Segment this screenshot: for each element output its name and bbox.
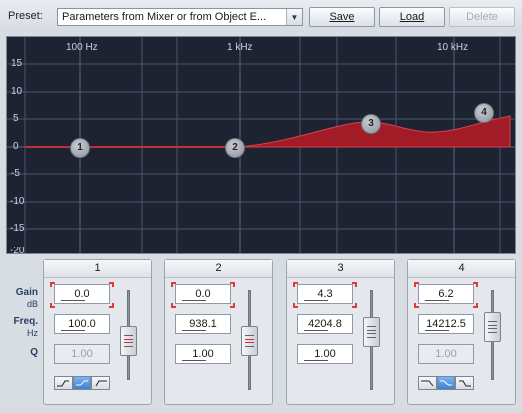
band-2-freq-value: 938.1 bbox=[189, 318, 217, 330]
band-1-freq-input[interactable]: 100.0 bbox=[54, 314, 110, 334]
band-4-filter-type bbox=[418, 376, 475, 390]
band-4-q-input: 1.00 bbox=[418, 344, 474, 364]
band-2-freq-input[interactable]: 938.1 bbox=[175, 314, 231, 334]
band-1-filter-type bbox=[54, 376, 111, 390]
band-2-handle[interactable]: 2 bbox=[225, 138, 245, 158]
band-1-freq-value: 100.0 bbox=[68, 318, 96, 330]
band-4-q-value: 1.00 bbox=[435, 348, 457, 360]
preset-label: Preset: bbox=[8, 10, 43, 22]
load-button[interactable]: Load bbox=[379, 7, 445, 27]
gain-label-minus20: -20 bbox=[10, 247, 25, 253]
band-2-slider-thumb[interactable] bbox=[241, 326, 258, 356]
band-1-q-value: 1.00 bbox=[71, 348, 93, 360]
band-4-panel: 4 6.2 14212.5 1.00 bbox=[407, 259, 516, 405]
band-4-gain-value: 6.2 bbox=[438, 288, 454, 300]
band-1-title: 1 bbox=[44, 260, 151, 278]
band-2-q-input[interactable]: 1.00 bbox=[175, 344, 231, 364]
band-2-q-value: 1.00 bbox=[192, 348, 214, 360]
gain-label-0: 0 bbox=[13, 141, 19, 152]
band-3-slider-thumb[interactable] bbox=[363, 317, 380, 347]
band-4-slider-thumb[interactable] bbox=[484, 312, 501, 342]
high-shelf-selected-button[interactable] bbox=[436, 376, 456, 390]
band-3-q-input[interactable]: 1.00 bbox=[297, 344, 353, 364]
band-1-gain-input[interactable]: 0.0 bbox=[54, 284, 110, 304]
low-shelf-type-button[interactable] bbox=[54, 376, 73, 390]
band-3-panel: 3 4.3 4204.8 1.00 bbox=[286, 259, 395, 405]
band-3-handle[interactable]: 3 bbox=[361, 114, 381, 134]
chevron-down-icon[interactable]: ▼ bbox=[286, 9, 302, 25]
band-4-freq-value: 14212.5 bbox=[426, 318, 466, 330]
band-3-freq-value: 4204.8 bbox=[308, 318, 342, 330]
preset-bar: Preset: Parameters from Mixer or from Ob… bbox=[0, 0, 522, 32]
delete-button[interactable]: Delete bbox=[449, 7, 515, 27]
freq-label-100hz: 100 Hz bbox=[66, 42, 98, 53]
gain-unit-label: dB bbox=[26, 299, 38, 309]
band-3-gain-value: 4.3 bbox=[317, 288, 333, 300]
band-2-gain-value: 0.0 bbox=[195, 288, 211, 300]
band-3-freq-input[interactable]: 4204.8 bbox=[297, 314, 353, 334]
gain-label-5: 5 bbox=[13, 113, 19, 124]
band-2-title: 2 bbox=[165, 260, 272, 278]
band-4-handle[interactable]: 4 bbox=[474, 103, 494, 123]
freq-row-label: Freq. bbox=[13, 316, 38, 327]
gain-label-minus5: -5 bbox=[11, 168, 20, 179]
q-row-label: Q bbox=[30, 347, 38, 358]
band-1-panel: 1 0.0 100.0 1.00 bbox=[43, 259, 152, 405]
band-4-title: 4 bbox=[408, 260, 515, 278]
band-1-q-input: 1.00 bbox=[54, 344, 110, 364]
band-1-handle[interactable]: 1 bbox=[70, 138, 90, 158]
high-pass-type-button[interactable] bbox=[91, 376, 111, 390]
band-1-slider-thumb[interactable] bbox=[120, 326, 137, 356]
band-2-gain-input[interactable]: 0.0 bbox=[175, 284, 231, 304]
band-3-q-value: 1.00 bbox=[314, 348, 336, 360]
save-button[interactable]: Save bbox=[309, 7, 375, 27]
eq-graph[interactable]: 100 Hz 1 kHz 10 kHz 15 10 5 0 -5 -10 -15… bbox=[6, 36, 516, 254]
preset-value: Parameters from Mixer or from Object E..… bbox=[62, 11, 267, 23]
preset-dropdown[interactable]: Parameters from Mixer or from Object E..… bbox=[57, 8, 303, 26]
freq-label-10khz: 10 kHz bbox=[437, 42, 469, 53]
gain-label-minus15: -15 bbox=[10, 223, 25, 234]
freq-unit-label: Hz bbox=[27, 328, 38, 338]
gain-label-15: 15 bbox=[11, 58, 23, 69]
band-2-panel: 2 0.0 938.1 1.00 bbox=[164, 259, 273, 405]
band-4-freq-input[interactable]: 14212.5 bbox=[418, 314, 474, 334]
low-pass-type-button[interactable] bbox=[418, 376, 437, 390]
eq-response-curve bbox=[25, 115, 511, 148]
gain-label-minus10: -10 bbox=[10, 196, 25, 207]
low-shelf-selected-button[interactable] bbox=[72, 376, 92, 390]
freq-label-1khz: 1 kHz bbox=[227, 42, 253, 53]
band-1-gain-value: 0.0 bbox=[74, 288, 90, 300]
band-3-title: 3 bbox=[287, 260, 394, 278]
band-3-gain-input[interactable]: 4.3 bbox=[297, 284, 353, 304]
band-4-gain-input[interactable]: 6.2 bbox=[418, 284, 474, 304]
gain-row-label: Gain bbox=[15, 287, 38, 298]
high-shelf-type-button[interactable] bbox=[455, 376, 475, 390]
gain-label-10: 10 bbox=[11, 86, 23, 97]
